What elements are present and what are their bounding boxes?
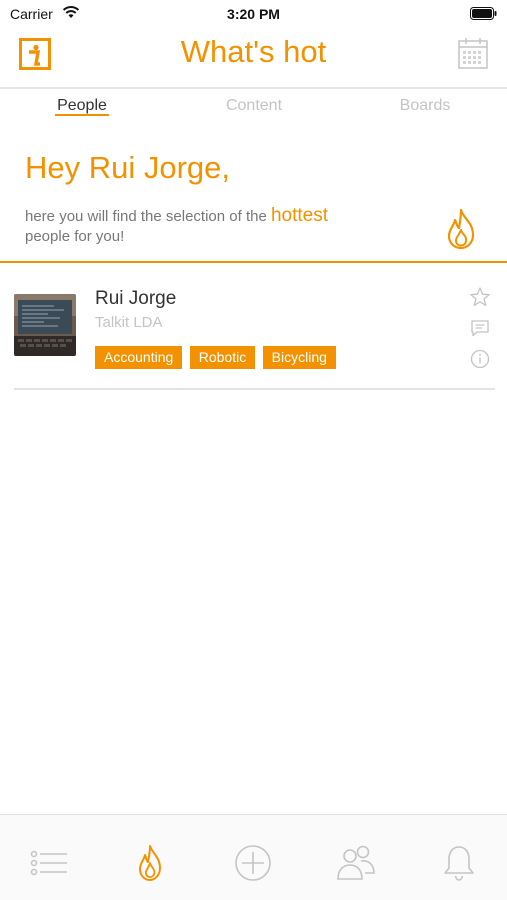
battery-icon xyxy=(470,7,497,25)
greeting-text: here you will find the selection of the … xyxy=(25,206,425,247)
tab-boards[interactable]: Boards xyxy=(365,97,485,115)
interest-tag[interactable]: Accounting xyxy=(95,346,183,369)
greeting-text-end: people for you! xyxy=(25,228,125,245)
add-icon[interactable] xyxy=(233,843,273,883)
greeting-title: Hey Rui Jorge, xyxy=(25,150,231,185)
avatar xyxy=(14,294,76,356)
greeting-section: Hey Rui Jorge, here you will find the se… xyxy=(25,150,495,258)
comment-icon[interactable] xyxy=(469,317,491,339)
people-icon[interactable] xyxy=(336,843,376,883)
bell-icon[interactable] xyxy=(439,843,479,883)
status-bar: Carrier 3:20 PM xyxy=(0,0,507,28)
greeting-text-start: here you will find the selection of the xyxy=(25,208,271,225)
interest-tag[interactable]: Bicycling xyxy=(262,346,336,369)
card-actions xyxy=(469,286,491,379)
calendar-icon[interactable] xyxy=(458,37,488,69)
greeting-highlight: hottest xyxy=(270,205,329,226)
person-card[interactable]: Rui Jorge Talkit LDA Accounting Robotic … xyxy=(14,280,495,390)
status-time: 3:20 PM xyxy=(227,6,280,22)
tab-people[interactable]: People xyxy=(22,97,142,115)
greeting-divider xyxy=(0,261,507,263)
star-icon[interactable] xyxy=(469,286,491,308)
segment-tabs: People Content Boards xyxy=(0,89,507,125)
info-circle-icon[interactable] xyxy=(469,348,491,370)
person-company: Talkit LDA xyxy=(95,314,163,331)
person-name: Rui Jorge xyxy=(95,288,177,309)
flame-icon[interactable] xyxy=(130,843,170,883)
interest-tags: Accounting Robotic Bicycling xyxy=(95,346,339,369)
nav-bar: What's hot xyxy=(0,28,507,88)
tab-content[interactable]: Content xyxy=(194,97,314,115)
flame-icon xyxy=(443,208,479,250)
active-tab-indicator xyxy=(55,114,109,116)
page-title: What's hot xyxy=(180,34,327,69)
bottom-tab-bar xyxy=(0,814,507,900)
card-divider xyxy=(14,388,495,390)
interest-tag[interactable]: Robotic xyxy=(189,346,256,369)
list-icon[interactable] xyxy=(29,843,69,883)
